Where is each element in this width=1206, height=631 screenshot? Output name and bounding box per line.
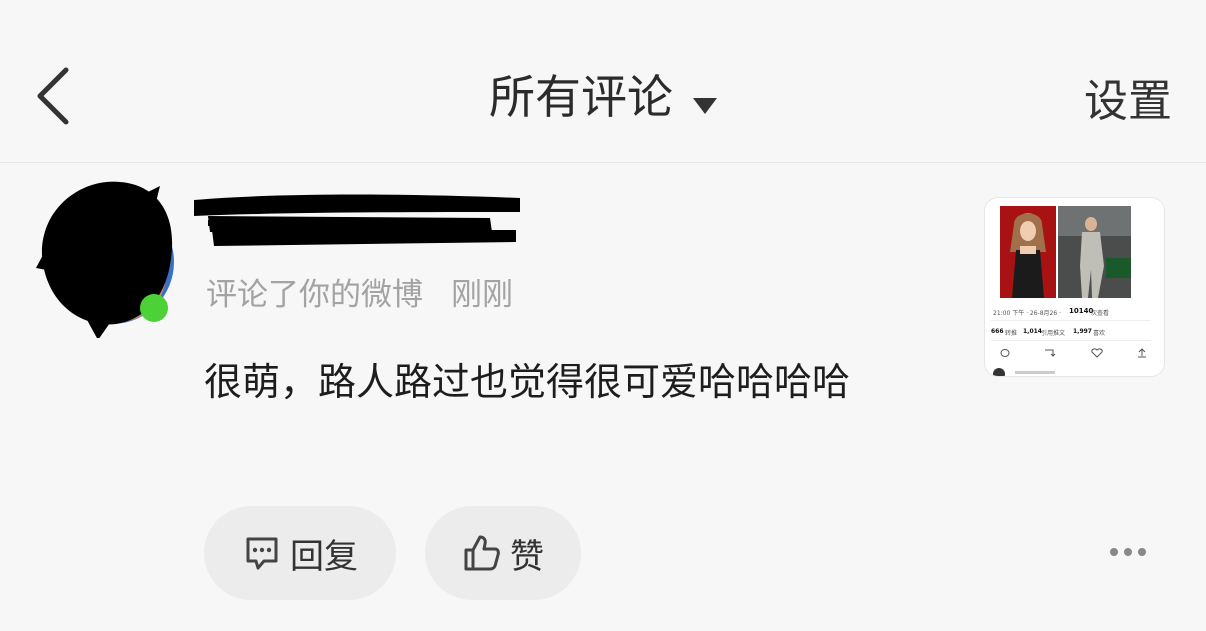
top-bar: 所有评论 设置 [0, 0, 1206, 163]
comment-filter-dropdown[interactable]: 所有评论 [0, 66, 1206, 129]
thumb-divider [991, 320, 1151, 321]
reply-button[interactable]: 回复 [204, 506, 396, 600]
like-button[interactable]: 赞 [425, 506, 581, 600]
page-title: 所有评论 [489, 70, 673, 124]
like-label: 赞 [510, 536, 544, 577]
post-views: 10140 [1069, 307, 1094, 315]
post-retweets-label: 转推 [1005, 330, 1018, 337]
post-time: 21:00 下午 · 26-8月26 · [993, 310, 1061, 317]
settings-button[interactable]: 设置 [1084, 72, 1172, 132]
post-quotes: 1,014 [1023, 328, 1042, 335]
thumbs-up-icon [464, 535, 500, 571]
post-views-label: 次查看 [1091, 310, 1110, 317]
thumb-divider [991, 340, 1151, 341]
post-retweets: 666 [991, 328, 1004, 335]
avatar[interactable] [32, 178, 177, 340]
more-dots-icon [1110, 548, 1146, 556]
reply-label: 回复 [290, 536, 358, 577]
comment-meta: 评论了你的微博 刚刚 [206, 270, 513, 320]
post-quotes-label: 引用推文 [1041, 330, 1066, 337]
online-status-dot [140, 294, 168, 322]
username-redacted [190, 190, 526, 254]
more-options-button[interactable] [1108, 540, 1148, 564]
comment-icon [246, 537, 278, 570]
comment-text: 很萌，路人路过也觉得很可爱哈哈哈哈 [204, 360, 851, 404]
post-likes-label: 喜欢 [1093, 330, 1106, 337]
comment-time: 刚刚 [451, 277, 513, 313]
post-image-1 [1000, 206, 1056, 298]
original-post-thumbnail[interactable]: 21:00 下午 · 26-8月26 · 10140 次查看 666 转推 1,… [984, 197, 1165, 377]
comment-action: 评论了你的微博 [206, 277, 423, 313]
caret-down-icon [693, 67, 717, 129]
post-likes: 1,997 [1073, 328, 1092, 335]
post-action-icons [993, 348, 1146, 376]
post-image-2 [1058, 206, 1131, 298]
